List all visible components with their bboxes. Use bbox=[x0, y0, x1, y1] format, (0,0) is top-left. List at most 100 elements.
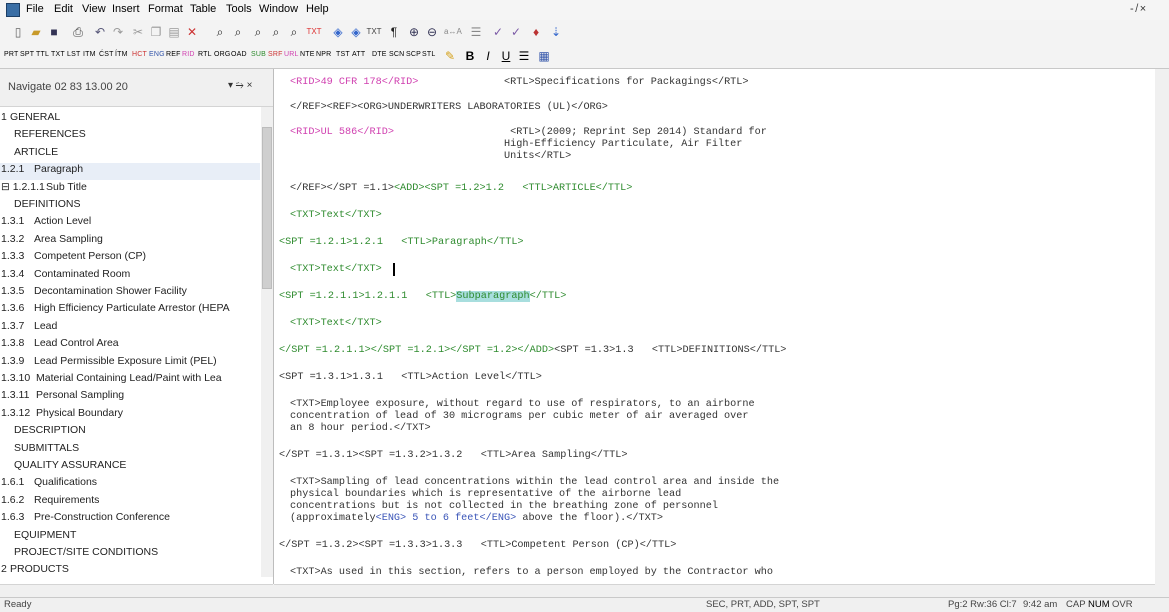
menu-window[interactable]: Window bbox=[259, 3, 298, 15]
nav-item[interactable]: 1.6.2 Requirements bbox=[0, 494, 260, 511]
tag-button-tst[interactable]: TST bbox=[336, 51, 350, 58]
menu-view[interactable]: View bbox=[82, 3, 106, 15]
tag-button-spt[interactable]: SPT bbox=[20, 51, 34, 58]
open-folder-icon[interactable]: ▰ bbox=[28, 24, 44, 40]
highlighter-icon[interactable]: ✎ bbox=[442, 48, 458, 64]
nav-item[interactable]: 1.3.3 Competent Person (CP) bbox=[0, 250, 260, 267]
tag-button-scp[interactable]: SCP bbox=[406, 51, 421, 58]
nav-item[interactable]: REFERENCES bbox=[0, 128, 260, 145]
zoom-out-icon[interactable]: ⊖ bbox=[424, 24, 440, 40]
replace-icon[interactable]: ⌕ bbox=[286, 24, 302, 40]
help-arrow-icon[interactable]: ⇣ bbox=[548, 24, 564, 40]
navigator-scroll-thumb[interactable] bbox=[262, 127, 272, 289]
table-icon[interactable]: ▦ bbox=[536, 48, 552, 64]
document-line[interactable]: concentration of lead of 30 micrograms p… bbox=[290, 411, 749, 422]
tag-button-npr[interactable]: NPR bbox=[316, 51, 331, 58]
nav-item[interactable]: DEFINITIONS bbox=[0, 198, 260, 215]
nav-item[interactable]: 1.6.3 Pre-Construction Conference bbox=[0, 511, 260, 528]
document-line[interactable]: </REF><REF><ORG>UNDERWRITERS LABORATORIE… bbox=[290, 102, 608, 113]
tag-button-url[interactable]: URL bbox=[284, 51, 299, 58]
navigator-vertical-scrollbar[interactable] bbox=[261, 107, 273, 577]
tag-button-sub[interactable]: SUB bbox=[251, 51, 266, 58]
window-controls[interactable]: - ̸ × bbox=[1130, 3, 1146, 15]
print-icon[interactable]: ⎙ bbox=[70, 24, 86, 40]
document-line[interactable]: </SPT =1.2.1.1></SPT =1.2.1></SPT =1.2><… bbox=[279, 345, 786, 356]
document-line[interactable]: <SPT =1.2.1.1>1.2.1.1 <TTL>Subparagraph<… bbox=[279, 291, 566, 302]
nav-item[interactable]: 1.3.7 Lead bbox=[0, 320, 260, 337]
nav-item[interactable]: 1.2.1 Paragraph bbox=[0, 163, 260, 181]
nav-item[interactable]: EQUIPMENT bbox=[0, 529, 260, 546]
tag-button-stl[interactable]: STL bbox=[422, 51, 435, 58]
tag-button-scn[interactable]: SCN bbox=[389, 51, 404, 58]
document-line[interactable]: concentrations but is not collected in t… bbox=[290, 501, 718, 512]
align-icon[interactable]: ☰ bbox=[516, 48, 532, 64]
find-tag-icon[interactable]: ⌕ bbox=[250, 24, 266, 40]
copy-icon[interactable]: ❐ bbox=[148, 24, 164, 40]
document-line[interactable]: </REF></SPT =1.1><ADD><SPT =1.2>1.2 <TTL… bbox=[290, 183, 632, 194]
tag-button-org[interactable]: ORG bbox=[214, 51, 231, 58]
bold-icon[interactable]: B bbox=[462, 48, 478, 64]
tag-button-nte[interactable]: NTE bbox=[300, 51, 315, 58]
document-line[interactable]: <SPT =1.2.1>1.2.1 <TTL>Paragraph</TTL> bbox=[279, 237, 524, 248]
tag-button-srf[interactable]: SRF bbox=[268, 51, 283, 58]
tag-toggle-icon[interactable]: TXT bbox=[366, 24, 382, 40]
tag-button-prt[interactable]: PRT bbox=[4, 51, 18, 58]
delete-icon[interactable]: ✕ bbox=[184, 24, 200, 40]
document-line[interactable]: <RID>UL 586</RID> <RTL>(2009; Reprint Se… bbox=[290, 127, 767, 138]
heart-icon[interactable]: ♦ bbox=[528, 24, 544, 40]
tag-button-lst[interactable]: LST bbox=[67, 51, 80, 58]
save-icon[interactable]: ■ bbox=[46, 24, 62, 40]
document-line[interactable]: <TXT>Text</TXT> bbox=[290, 318, 382, 329]
document-line[interactable]: <RID>49 CFR 178</RID> <RTL>Specification… bbox=[290, 77, 749, 88]
menu-edit[interactable]: Edit bbox=[54, 3, 73, 15]
menu-file[interactable]: File bbox=[26, 3, 44, 15]
document-line[interactable]: <TXT>Sampling of lead concentrations wit… bbox=[290, 477, 779, 488]
find-next-icon[interactable]: ⌕ bbox=[230, 24, 246, 40]
nav-item[interactable]: 1 GENERAL bbox=[0, 111, 260, 128]
nav-item[interactable]: 1.3.6 High Efficiency Particulate Arresto… bbox=[0, 302, 260, 319]
tag-view-icon[interactable]: ◈ bbox=[330, 24, 346, 40]
underline-icon[interactable]: U bbox=[498, 48, 514, 64]
document-line[interactable]: Units</RTL> bbox=[290, 151, 571, 162]
menu-insert[interactable]: Insert bbox=[112, 3, 140, 15]
nav-item[interactable]: ARTICLE bbox=[0, 146, 260, 163]
tag-button-eng[interactable]: ENG bbox=[149, 51, 165, 58]
italic-icon[interactable]: I bbox=[480, 48, 496, 64]
tag-button-citm[interactable]: ÍTM bbox=[115, 51, 128, 58]
nav-item[interactable]: PROJECT/SITE CONDITIONS bbox=[0, 546, 260, 563]
document-line[interactable]: an 8 hour period.</TXT> bbox=[290, 423, 431, 434]
nav-item[interactable]: 1.3.12 Physical Boundary bbox=[0, 407, 260, 424]
tag-button-itm[interactable]: ITM bbox=[83, 51, 96, 58]
editor-vertical-scrollbar[interactable] bbox=[1155, 69, 1169, 584]
find-prev-icon[interactable]: ⌕ bbox=[268, 24, 284, 40]
document-line[interactable]: </SPT =1.3.2><SPT =1.3.3>1.3.3 <TTL>Comp… bbox=[279, 540, 676, 551]
nav-item[interactable]: 1.3.1 Action Level bbox=[0, 215, 260, 232]
nav-item[interactable]: 1.3.4 Contaminated Room bbox=[0, 268, 260, 285]
list-icon[interactable]: ☰ bbox=[468, 24, 484, 40]
tag-button-txt[interactable]: TXT bbox=[51, 51, 65, 58]
document-line[interactable]: <TXT>Text</TXT> bbox=[290, 210, 382, 221]
tag-button-rid[interactable]: RID bbox=[182, 51, 195, 58]
nav-item[interactable]: 1.3.2 Area Sampling bbox=[0, 233, 260, 250]
tag-button-ref[interactable]: REF bbox=[166, 51, 181, 58]
nav-item[interactable]: 1.3.5 Decontamination Shower Facility bbox=[0, 285, 260, 302]
nav-item[interactable]: 1.3.9 Lead Permissible Exposure Limit (PE… bbox=[0, 355, 260, 372]
paragraph-mark-icon[interactable]: ¶ bbox=[386, 24, 402, 40]
nav-item[interactable]: 1.3.10 Material Containing Lead/Paint wit… bbox=[0, 372, 260, 389]
paste-icon[interactable]: ▤ bbox=[166, 24, 182, 40]
document-line[interactable]: <SPT =1.3.1>1.3.1 <TTL>Action Level</TTL… bbox=[279, 372, 542, 383]
document-line[interactable]: <TXT>Employee exposure, without regard t… bbox=[290, 399, 755, 410]
menu-format[interactable]: Format bbox=[148, 3, 183, 15]
tag-button-oad[interactable]: OAD bbox=[231, 51, 247, 58]
text-tag-icon[interactable]: TXT bbox=[306, 24, 322, 40]
zoom-in-icon[interactable]: ⊕ bbox=[406, 24, 422, 40]
nav-item[interactable]: 1.3.8 Lead Control Area bbox=[0, 337, 260, 354]
tag-button-hct[interactable]: HCT bbox=[132, 51, 147, 58]
document-line[interactable]: </SPT =1.3.1><SPT =1.3.2>1.3.2 <TTL>Area… bbox=[279, 450, 627, 461]
tag-button-cst[interactable]: ĆST bbox=[99, 51, 114, 58]
document-line[interactable]: physical boundaries which is representat… bbox=[290, 489, 681, 500]
tag-button-rtl[interactable]: RTL bbox=[198, 51, 212, 58]
menu-help[interactable]: Help bbox=[306, 3, 329, 15]
document-line[interactable]: (approximately<ENG> 5 to 6 feet</ENG> ab… bbox=[290, 513, 663, 524]
nav-item[interactable]: DESCRIPTION bbox=[0, 424, 260, 441]
